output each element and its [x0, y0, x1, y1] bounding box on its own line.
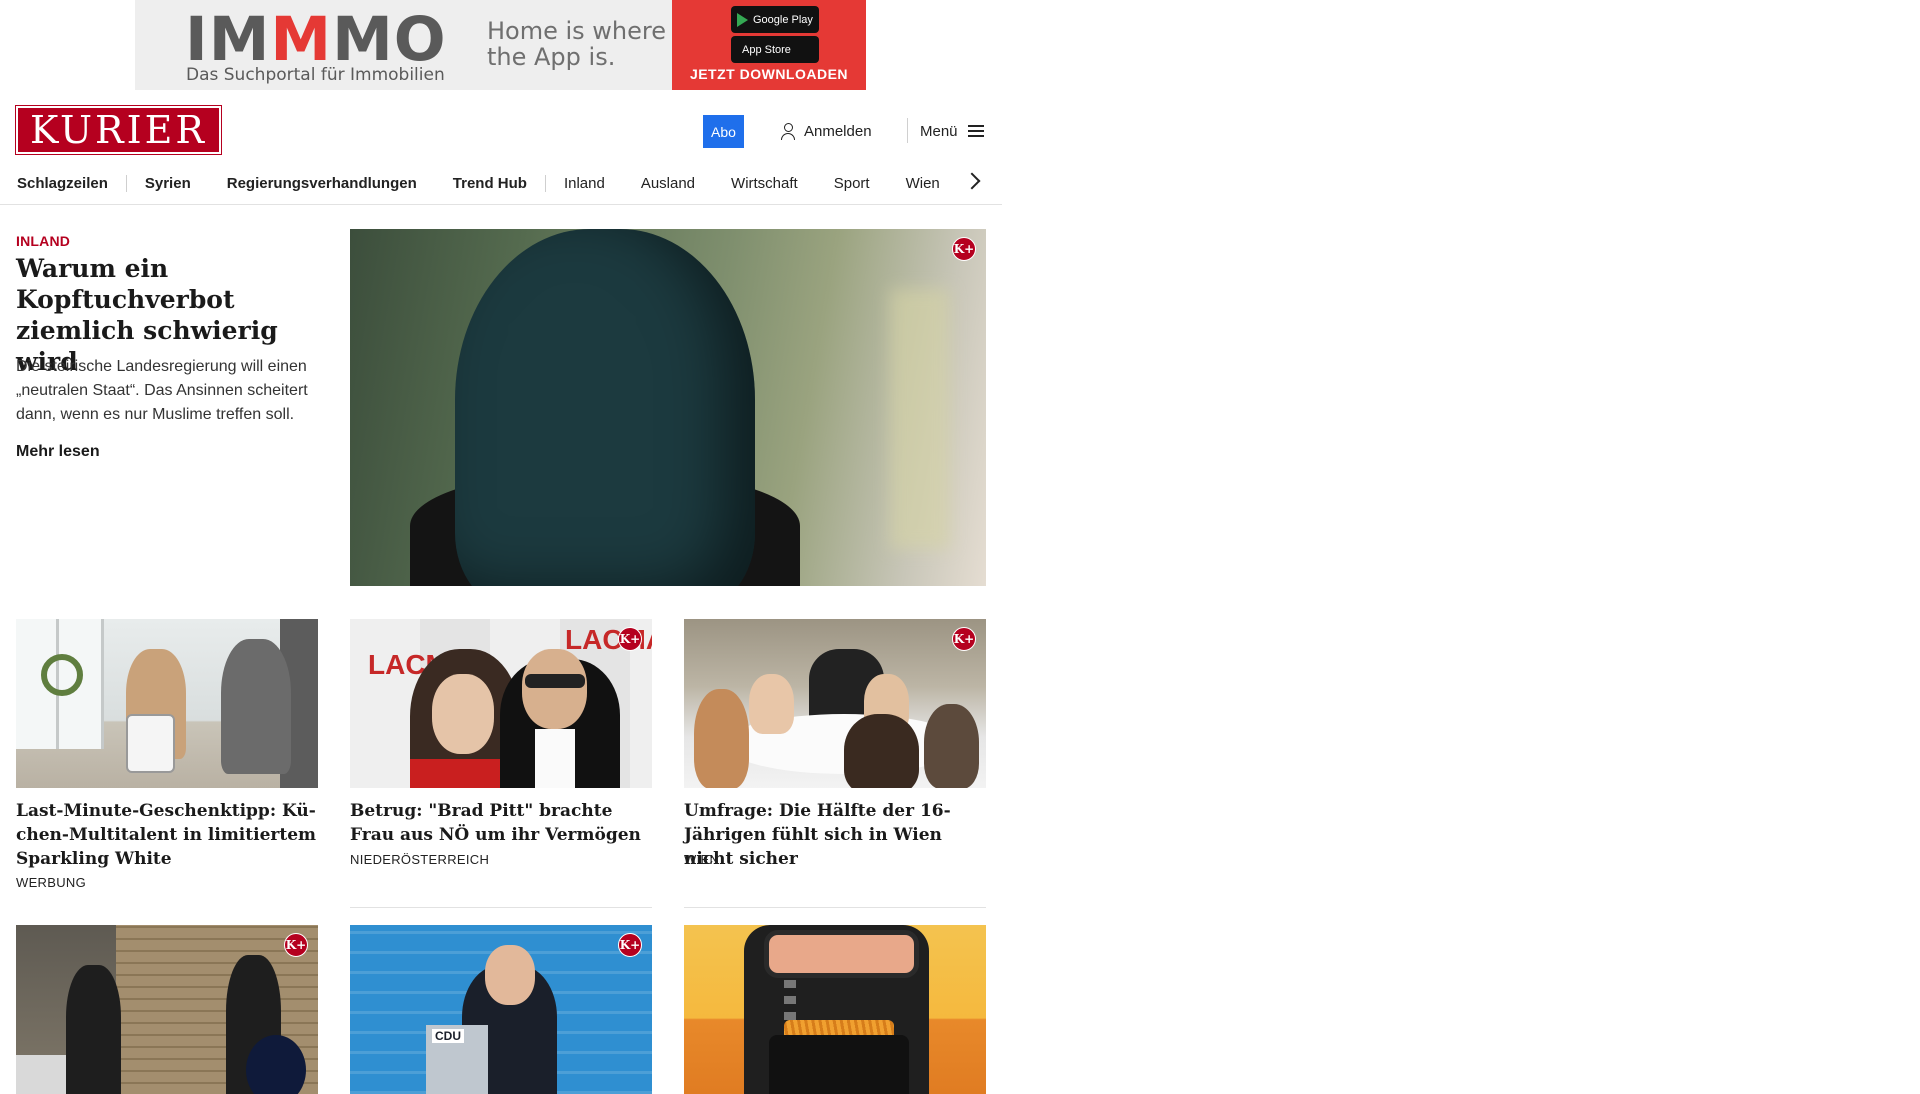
article-image[interactable] — [16, 619, 318, 788]
nav-item-regierungsverhandlungen[interactable]: Regierungsverhandlungen — [209, 175, 435, 192]
row-divider — [684, 907, 986, 908]
ad-download-panel[interactable]: Google Play App Store JETZT DOWNLOADEN — [672, 0, 866, 90]
article-card[interactable]: K+ Umfrage: Die Hälfte der 16-Jähri­gen … — [684, 619, 986, 869]
article-image[interactable]: LACMA LACMA K+ — [350, 619, 652, 788]
nav-item-wien[interactable]: Wien — [888, 175, 958, 192]
premium-badge: K+ — [618, 933, 642, 957]
ad-banner[interactable]: IMMMO Das Suchportal für Immobilien Home… — [135, 0, 866, 90]
podium: CDU — [426, 1025, 488, 1094]
user-icon — [780, 122, 796, 140]
menu-button[interactable]: Menü — [920, 120, 984, 142]
main-nav: Schlagzeilen Syrien Regierungsverhandlun… — [0, 162, 1002, 205]
article-image[interactable]: K+ — [684, 619, 986, 788]
header-divider — [907, 118, 908, 143]
ad-tagline: Home is where the App is. — [487, 17, 667, 71]
app-store-badge[interactable]: App Store — [731, 36, 819, 63]
kurier-logo[interactable]: KURIER — [15, 105, 222, 155]
article-title[interactable]: Last-Minute-Geschenktipp: Kü­chen-Multit… — [16, 799, 318, 871]
hamburger-icon — [967, 125, 984, 137]
nav-item-schlagzeilen[interactable]: Schlagzeilen — [17, 175, 126, 192]
premium-badge: K+ — [952, 627, 976, 651]
nav-item-syrien[interactable]: Syrien — [125, 174, 209, 192]
article-image[interactable]: K+ — [16, 925, 318, 1094]
menu-label: Menü — [920, 122, 958, 140]
article-title[interactable]: Betrug: "Brad Pitt" brachte Frau aus NÖ … — [350, 799, 652, 847]
article-card[interactable]: Last-Minute-Geschenktipp: Kü­chen-Multit… — [16, 619, 318, 899]
premium-badge: K+ — [952, 237, 976, 261]
article-tag: WERBUNG — [16, 875, 86, 890]
ad-subtitle: Das Suchportal für Immobilien — [186, 65, 445, 85]
premium-badge: K+ — [618, 627, 642, 651]
article-image[interactable] — [684, 925, 986, 1094]
premium-badge: K+ — [284, 933, 308, 957]
nav-item-inland[interactable]: Inland — [544, 174, 623, 192]
nav-item-sport[interactable]: Sport — [816, 175, 888, 192]
abo-button[interactable]: Abo — [703, 115, 744, 148]
article-card[interactable] — [684, 925, 986, 1094]
nav-item-ausland[interactable]: Ausland — [623, 175, 713, 192]
article-tag: WIEN — [684, 852, 720, 867]
google-play-badge[interactable]: Google Play — [731, 6, 819, 33]
hero-kicker[interactable]: INLAND — [16, 233, 70, 249]
login-label: Anmelden — [804, 122, 872, 140]
article-tag: NIEDERÖSTERREICH — [350, 852, 490, 867]
ad-cta-label[interactable]: JETZT DOWNLOADEN — [672, 66, 866, 82]
hero-image[interactable]: K+ — [350, 229, 986, 586]
nav-item-trend-hub[interactable]: Trend Hub — [435, 175, 545, 192]
cdu-sign: CDU — [432, 1029, 464, 1043]
read-more-link[interactable]: Mehr lesen — [16, 443, 100, 461]
wreath-icon — [41, 654, 83, 696]
google-play-icon — [737, 12, 748, 27]
row-divider — [350, 907, 652, 908]
article-card[interactable]: CDU K+ — [350, 925, 652, 1094]
hero-teaser: Die steirische Landesregierung will eine… — [16, 358, 308, 423]
login-button[interactable]: Anmelden — [780, 120, 872, 142]
nav-item-wirtschaft[interactable]: Wirtschaft — [713, 175, 816, 192]
article-card[interactable]: K+ — [16, 925, 318, 1094]
article-card[interactable]: LACMA LACMA K+ Betrug: "Brad Pitt" brach… — [350, 619, 652, 869]
article-image[interactable]: CDU K+ — [350, 925, 652, 1094]
article-title[interactable]: Umfrage: Die Hälfte der 16-Jähri­gen füh… — [684, 799, 986, 871]
